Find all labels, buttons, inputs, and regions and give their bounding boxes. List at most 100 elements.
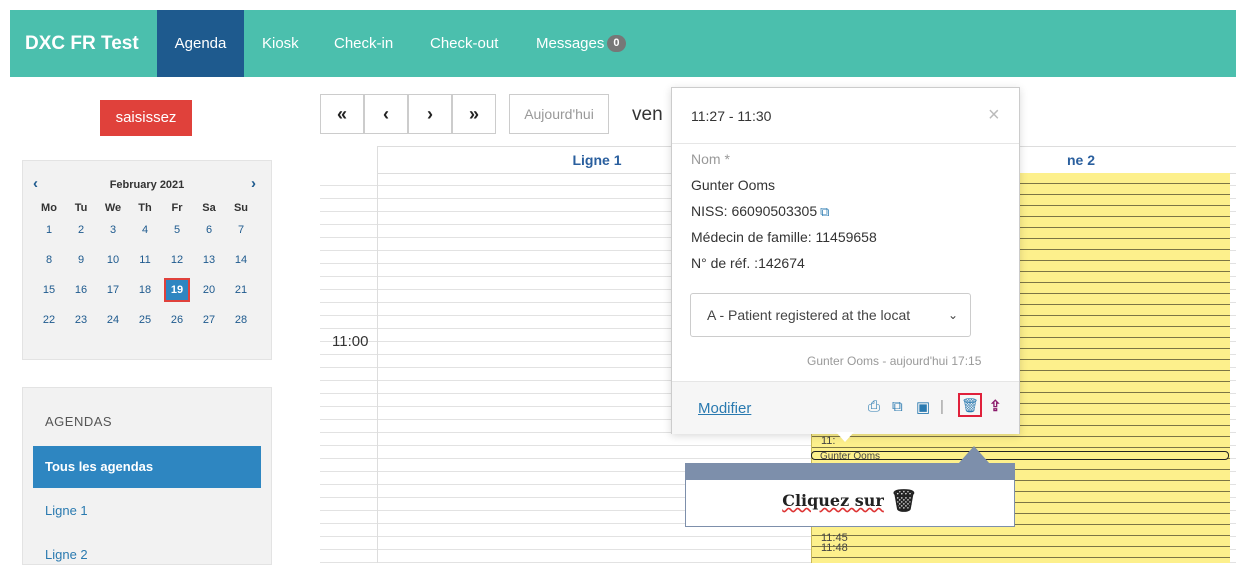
patient-niss: NISS: 66090503305 ⧉	[691, 203, 829, 220]
calendar-day[interactable]: 13	[193, 245, 225, 275]
calendar-day[interactable]: 20	[193, 275, 225, 305]
calendar-day[interactable]: 26	[161, 305, 193, 335]
slot-time: 11:48	[821, 542, 848, 554]
calendar-month: February 2021	[109, 179, 185, 191]
calendar-day[interactable]: 27	[193, 305, 225, 335]
close-icon[interactable]: ×	[988, 104, 1000, 127]
brand-name[interactable]: DXC FR Test	[25, 10, 139, 77]
calendar-next-icon[interactable]: ›	[251, 175, 256, 192]
last-page-button[interactable]: »	[452, 94, 496, 134]
popover-header: 11:27 - 11:30 ×	[672, 88, 1019, 144]
reference-number: N° de réf. :142674	[691, 255, 805, 271]
calendar-day[interactable]: 5	[161, 215, 193, 245]
calendar-day[interactable]: 21	[225, 275, 257, 305]
calendar-day[interactable]: 8	[33, 245, 65, 275]
callout-pointer	[958, 446, 990, 464]
trash-icon: 🗑	[889, 488, 918, 514]
tab-check-out-label: Check-out	[430, 35, 499, 52]
tab-agenda[interactable]: Agenda	[157, 10, 244, 77]
calendar-grid: Mo Tu We Th Fr Sa Su 1 2 3 4 5 6 7 8 9 1…	[33, 201, 257, 335]
copy-icon[interactable]: ⧉	[892, 398, 903, 415]
calendar-day[interactable]: 15	[33, 275, 65, 305]
edit-link[interactable]: Modifier	[698, 400, 751, 417]
calendar-day[interactable]: 17	[97, 275, 129, 305]
weekday: Th	[138, 202, 152, 214]
calendar-day[interactable]: 12	[161, 245, 193, 275]
trash-icon[interactable]: 🗑	[958, 393, 982, 417]
instruction-callout: Cliquez sur 🗑	[685, 463, 1015, 527]
appointment-time: 11:27 - 11:30	[691, 108, 772, 124]
calendar-day[interactable]: 14	[225, 245, 257, 275]
mini-calendar: ‹ February 2021 › Mo Tu We Th Fr Sa Su 1…	[22, 160, 272, 360]
status-select[interactable]: A - Patient registered at the locat ⌄	[690, 293, 971, 337]
calendar-day[interactable]: 6	[193, 215, 225, 245]
paste-icon[interactable]: ▣	[916, 398, 930, 416]
weekday: Tu	[74, 202, 88, 214]
selected-day-label: 19	[164, 278, 190, 302]
first-page-button[interactable]: «	[320, 94, 364, 134]
appointment-gunter-ooms[interactable]: Gunter Ooms	[811, 451, 1229, 462]
calendar-day[interactable]: 23	[65, 305, 97, 335]
chevron-down-icon: ⌄	[947, 308, 958, 322]
agenda-item-ligne-2[interactable]: Ligne 2	[33, 534, 261, 576]
tab-messages[interactable]: Messages 0	[536, 10, 626, 77]
calendar-day[interactable]: 7	[225, 215, 257, 245]
tab-agenda-label: Agenda	[174, 35, 227, 52]
popover-footer: Modifier ⎙ ⧉ ▣ | 🗑 ⇪	[672, 381, 1019, 434]
top-navbar: DXC FR Test Agenda Kiosk Check-in Check-…	[10, 10, 1236, 77]
time-label: 11:00	[332, 333, 369, 350]
calendar-day[interactable]: 10	[97, 245, 129, 275]
messages-count-badge: 0	[607, 35, 626, 52]
callout-bar	[686, 464, 1014, 480]
agenda-item-ligne-1[interactable]: Ligne 1	[33, 490, 261, 532]
last-modified: Gunter Ooms - aujourd'hui 17:15	[807, 354, 982, 368]
today-button[interactable]: Aujourd'hui	[509, 94, 609, 134]
weekday: Su	[233, 202, 249, 214]
calendar-day[interactable]: 3	[97, 215, 129, 245]
slot-time: 11:	[821, 435, 836, 447]
callout-text: Cliquez sur 🗑	[686, 488, 1014, 514]
calendar-day[interactable]: 16	[65, 275, 97, 305]
calendar-day[interactable]: 22	[33, 305, 65, 335]
tab-check-in[interactable]: Check-in	[334, 10, 393, 77]
calendar-day[interactable]: 18	[129, 275, 161, 305]
new-appointment-button[interactable]: saisissez	[100, 100, 192, 136]
tab-check-in-label: Check-in	[334, 35, 394, 52]
tab-kiosk[interactable]: Kiosk	[262, 10, 299, 77]
calendar-day[interactable]: 1	[33, 215, 65, 245]
weekday: We	[104, 202, 122, 214]
calendar-day[interactable]: 2	[65, 215, 97, 245]
upload-icon[interactable]: ⇪	[989, 397, 1002, 415]
prev-button[interactable]: ‹	[364, 94, 408, 134]
calendar-day[interactable]: 24	[97, 305, 129, 335]
calendar-day-selected[interactable]: 19	[161, 275, 193, 305]
weekday: Fr	[171, 202, 183, 214]
separator: |	[940, 398, 944, 415]
niss-text: NISS: 66090503305	[691, 203, 818, 219]
agenda-item-all[interactable]: Tous les agendas	[33, 446, 261, 488]
status-select-value: A - Patient registered at the locat	[707, 307, 911, 323]
calendar-day[interactable]: 11	[129, 245, 161, 275]
calendar-day[interactable]: 9	[65, 245, 97, 275]
calendar-day[interactable]: 25	[129, 305, 161, 335]
agendas-title: AGENDAS	[45, 414, 113, 429]
date-title: ven	[632, 104, 663, 125]
tab-check-out[interactable]: Check-out	[430, 10, 498, 77]
calendar-day[interactable]: 28	[225, 305, 257, 335]
column-header-ligne-2: ne 2	[1067, 152, 1096, 168]
calendar-day[interactable]: 4	[129, 215, 161, 245]
callout-instruction: Cliquez sur	[782, 491, 884, 510]
weekday: Sa	[202, 202, 216, 214]
next-button[interactable]: ›	[408, 94, 452, 134]
time-column	[320, 146, 378, 563]
calendar-header: ‹ February 2021 ›	[23, 175, 271, 195]
agendas-panel: AGENDAS Tous les agendas Ligne 1 Ligne 2	[22, 387, 272, 565]
print-icon[interactable]: ⎙	[868, 398, 880, 415]
copy-icon[interactable]: ⧉	[820, 204, 829, 220]
patient-name: Gunter Ooms	[691, 177, 776, 193]
family-doctor: Médecin de famille: 11459658	[691, 229, 877, 245]
appointment-popover: 11:27 - 11:30 × Nom * Gunter Ooms NISS: …	[671, 87, 1020, 434]
tab-messages-label: Messages	[536, 35, 605, 52]
popover-pointer	[836, 432, 854, 442]
tab-kiosk-label: Kiosk	[262, 35, 299, 52]
